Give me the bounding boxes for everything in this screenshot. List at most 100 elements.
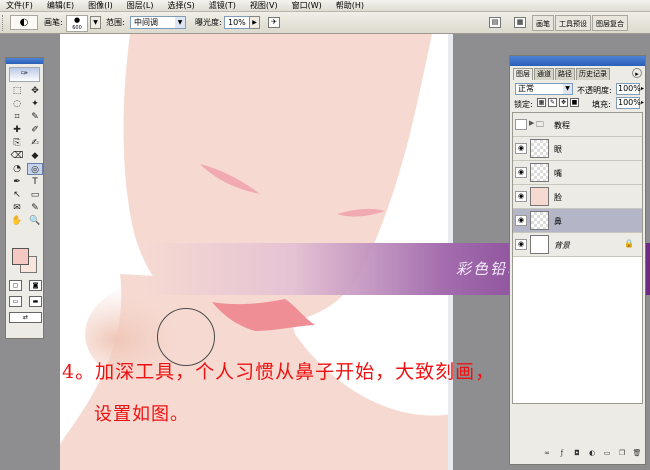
quick-mask-icon[interactable]: ◙ — [29, 280, 42, 291]
tab-layers[interactable]: 图层 — [513, 68, 533, 80]
airbrush-button[interactable]: ✈ — [268, 17, 280, 28]
crop-tool-icon[interactable]: ⌗ — [9, 111, 25, 123]
feather-logo-icon[interactable]: ✑ — [9, 67, 40, 82]
shape-tool-icon[interactable]: ▭ — [27, 189, 43, 201]
opacity-input[interactable]: 100% — [616, 83, 641, 95]
marquee-tool-icon[interactable]: ⬚ — [9, 85, 25, 97]
blur-tool-icon[interactable]: ◔ — [9, 163, 25, 175]
lock-all-icon[interactable]: ■ — [570, 98, 579, 107]
history-brush-tool-icon[interactable]: ✍ — [27, 137, 43, 149]
layer-thumbnail — [530, 211, 549, 230]
expand-triangle-icon[interactable]: ▶ — [529, 119, 534, 127]
menu-view[interactable]: 视图(V) — [250, 0, 278, 11]
toolbox-titlebar[interactable] — [6, 58, 43, 64]
link-icon[interactable]: ∞ — [541, 448, 553, 459]
tab-paths[interactable]: 路径 — [555, 68, 575, 80]
screen-mode-full-icon[interactable]: ▬ — [29, 296, 42, 307]
pen-tool-icon[interactable]: ✒ — [9, 176, 25, 188]
trash-icon[interactable]: 🗑 — [631, 448, 643, 459]
menu-help[interactable]: 帮助(H) — [336, 0, 364, 11]
layer-row-selected[interactable]: ◉ 鼻 — [513, 209, 642, 233]
eraser-tool-icon[interactable]: ⌫ — [9, 150, 25, 162]
brush-size-value: 600 — [72, 25, 82, 31]
eyedropper-tool-icon[interactable]: ✎ — [27, 202, 43, 214]
tab-history[interactable]: 历史记录 — [576, 68, 610, 80]
brush-tool-icon[interactable]: ✐ — [27, 124, 43, 136]
range-select[interactable]: 中间调 ▼ — [130, 16, 186, 29]
screen-mode-standard-icon[interactable]: ▭ — [9, 296, 22, 307]
notes-tool-icon[interactable]: ✉ — [9, 202, 25, 214]
lock-position-icon[interactable]: ✥ — [559, 98, 568, 107]
layer-row[interactable]: ◉ 嘴 — [513, 161, 642, 185]
eye-icon[interactable]: ◉ — [515, 143, 527, 154]
tab-channels[interactable]: 通道 — [534, 68, 554, 80]
lock-buttons: ▦ ✎ ✥ ■ — [537, 98, 581, 107]
foreground-color-swatch[interactable] — [12, 248, 29, 265]
opacity-value: 100% — [618, 84, 641, 93]
menu-image[interactable]: 图像(I) — [88, 0, 113, 11]
brush-dropdown-button[interactable]: ▼ — [90, 16, 101, 29]
tool-preset-picker[interactable]: ◐ — [10, 15, 38, 30]
layers-panel-titlebar[interactable] — [510, 56, 645, 66]
fill-input[interactable]: 100% — [616, 97, 641, 109]
menu-filter[interactable]: 滤镜(T) — [209, 0, 236, 11]
jump-to-imageready-icon[interactable]: ⇄ — [9, 312, 42, 323]
layer-row[interactable]: ◉ 脸 — [513, 185, 642, 209]
mask-icon[interactable]: ◘ — [571, 448, 583, 459]
type-tool-icon[interactable]: T — [27, 176, 43, 188]
layer-row-background[interactable]: ◉ 背景 🔒 — [513, 233, 642, 257]
fill-slider-icon[interactable]: ▸ — [639, 97, 646, 109]
lock-paint-icon[interactable]: ✎ — [548, 98, 557, 107]
layer-name: 背景 — [554, 241, 570, 250]
new-layer-icon[interactable]: ❐ — [616, 448, 628, 459]
layer-row[interactable]: ◉ 眼 — [513, 137, 642, 161]
fill-label: 填充: — [592, 100, 611, 109]
paint-bucket-tool-icon[interactable]: ◆ — [27, 150, 43, 162]
lasso-tool-icon[interactable]: ◌ — [9, 98, 25, 110]
well-tab-layer-comps[interactable]: 图层复合 — [592, 15, 628, 31]
palette-well-button[interactable]: ▦ — [514, 17, 526, 28]
brush-picker[interactable]: ● 600 — [66, 15, 88, 32]
menu-edit[interactable]: 编辑(E) — [47, 0, 74, 11]
fx-icon[interactable]: ƒ — [556, 448, 568, 459]
eye-icon[interactable]: ◉ — [515, 191, 527, 202]
file-browser-button[interactable]: ▤ — [489, 17, 501, 28]
mode-buttons: ▢ ◙ ▭ ▬ ⇄ — [9, 280, 42, 328]
eye-icon[interactable]: ◉ — [515, 167, 527, 178]
blend-mode-select[interactable]: 正常 ▼ — [515, 83, 573, 95]
menu-file[interactable]: 文件(F) — [6, 0, 33, 11]
move-tool-icon[interactable]: ✥ — [27, 85, 43, 97]
well-tab-tool-presets[interactable]: 工具预设 — [555, 15, 591, 31]
burn-tool-icon[interactable]: ◎ — [27, 163, 43, 175]
path-selection-tool-icon[interactable]: ↖ — [9, 189, 25, 201]
standard-mode-icon[interactable]: ▢ — [9, 280, 22, 291]
eye-icon[interactable]: ◉ — [515, 215, 527, 226]
layer-row-group[interactable]: ▶ 🗀 教程 — [513, 113, 642, 137]
exposure-slider-button[interactable]: ▶ — [249, 16, 260, 29]
options-grip[interactable] — [2, 15, 5, 31]
adjustment-icon[interactable]: ◐ — [586, 448, 598, 459]
hand-tool-icon[interactable]: ✋ — [9, 215, 25, 227]
folder-icon[interactable]: ▭ — [601, 448, 613, 459]
visibility-toggle-empty[interactable] — [515, 119, 527, 130]
tutorial-step-text-2: 设置如图。 — [94, 404, 189, 425]
brush-dot-icon: ● — [73, 16, 81, 24]
menu-layer[interactable]: 图层(L) — [127, 0, 154, 11]
menu-select[interactable]: 选择(S) — [167, 0, 194, 11]
panel-menu-button[interactable]: ▸ — [632, 68, 642, 78]
chevron-down-icon: ▼ — [93, 19, 98, 26]
eye-icon[interactable]: ◉ — [515, 239, 527, 250]
well-tab-brushes[interactable]: 画笔 — [532, 15, 554, 31]
lock-transparency-icon[interactable]: ▦ — [537, 98, 546, 107]
menu-window[interactable]: 窗口(W) — [292, 0, 322, 11]
magic-wand-tool-icon[interactable]: ✦ — [27, 98, 43, 110]
layer-thumbnail — [530, 163, 549, 182]
chevron-right-icon: ▶ — [252, 19, 257, 26]
healing-brush-tool-icon[interactable]: ✚ — [9, 124, 25, 136]
clone-stamp-tool-icon[interactable]: ⎘ — [9, 137, 25, 149]
tool-grid: ⬚ ✥ ◌ ✦ ⌗ ✎ ✚ ✐ ⎘ ✍ ⌫ ◆ ◔ ◎ ✒ T ↖ ▭ ✉ ✎ … — [6, 84, 43, 228]
opacity-slider-icon[interactable]: ▸ — [639, 83, 646, 95]
palette-icon: ▦ — [516, 18, 524, 26]
zoom-tool-icon[interactable]: 🔍 — [27, 215, 43, 227]
slice-tool-icon[interactable]: ✎ — [27, 111, 43, 123]
